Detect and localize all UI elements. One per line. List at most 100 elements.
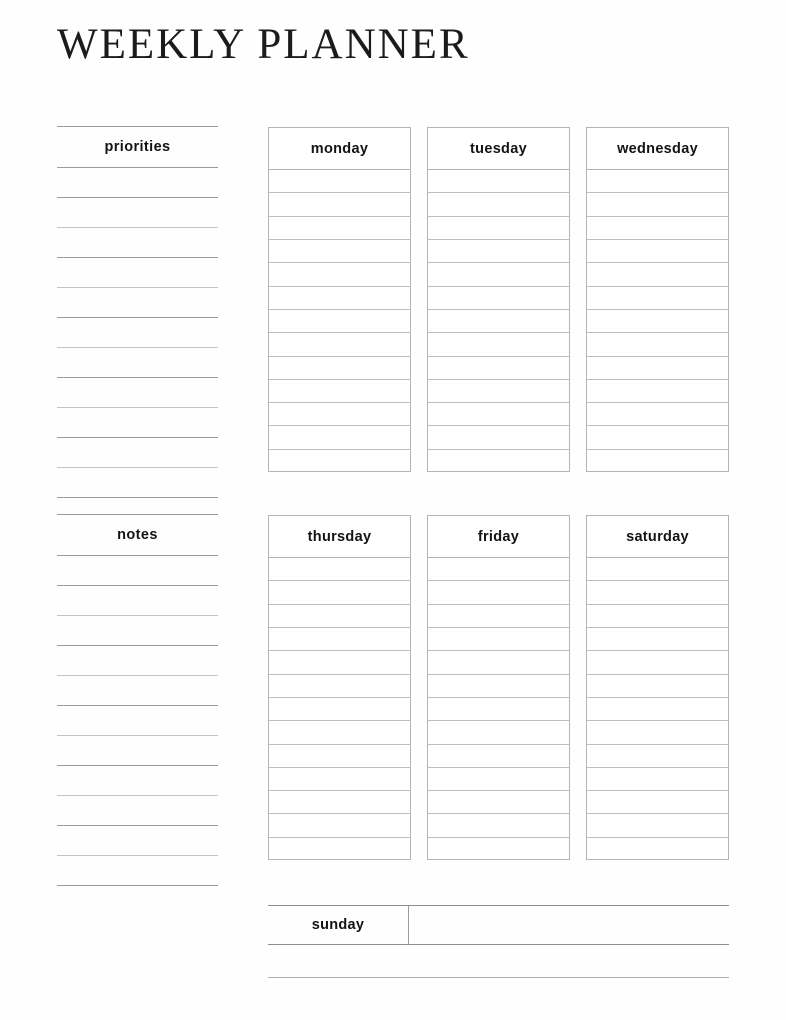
day-entry-row[interactable]: [587, 170, 728, 194]
day-entry-row[interactable]: [269, 721, 410, 745]
day-entry-row[interactable]: [428, 357, 569, 380]
day-entry-row[interactable]: [428, 193, 569, 217]
sunday-blank-line[interactable]: [268, 945, 729, 977]
day-entry-row[interactable]: [587, 287, 728, 310]
write-line[interactable]: [57, 556, 218, 585]
write-line[interactable]: [57, 468, 218, 497]
day-entry-row[interactable]: [428, 605, 569, 628]
day-entry-row[interactable]: [428, 170, 569, 194]
day-rows-friday[interactable]: [428, 558, 569, 860]
day-entry-row[interactable]: [428, 581, 569, 605]
day-column-wednesday[interactable]: wednesday: [586, 127, 729, 472]
write-line[interactable]: [57, 796, 218, 825]
day-entry-row[interactable]: [587, 675, 728, 698]
day-entry-row[interactable]: [587, 357, 728, 380]
day-entry-row[interactable]: [428, 310, 569, 334]
write-line[interactable]: [57, 826, 218, 855]
day-entry-row[interactable]: [587, 814, 728, 838]
day-rows-monday[interactable]: [269, 170, 410, 472]
day-entry-row[interactable]: [587, 310, 728, 334]
write-line[interactable]: [57, 168, 218, 197]
write-line[interactable]: [57, 766, 218, 795]
day-entry-row[interactable]: [428, 838, 569, 860]
day-entry-row[interactable]: [269, 263, 410, 287]
day-column-monday[interactable]: monday: [268, 127, 411, 472]
day-entry-row[interactable]: [269, 380, 410, 404]
day-column-saturday[interactable]: saturday: [586, 515, 729, 860]
day-entry-row[interactable]: [269, 768, 410, 792]
priorities-lines[interactable]: [57, 168, 218, 498]
day-entry-row[interactable]: [587, 791, 728, 815]
write-line[interactable]: [57, 646, 218, 675]
day-entry-row[interactable]: [269, 838, 410, 860]
day-rows-saturday[interactable]: [587, 558, 728, 860]
day-entry-row[interactable]: [269, 698, 410, 722]
day-rows-tuesday[interactable]: [428, 170, 569, 472]
day-entry-row[interactable]: [428, 240, 569, 264]
write-line[interactable]: [57, 378, 218, 407]
write-line[interactable]: [57, 318, 218, 347]
notes-lines[interactable]: [57, 556, 218, 886]
day-column-friday[interactable]: friday: [427, 515, 570, 860]
write-line[interactable]: [57, 706, 218, 735]
day-entry-row[interactable]: [587, 426, 728, 450]
day-entry-row[interactable]: [269, 426, 410, 450]
day-entry-row[interactable]: [587, 380, 728, 404]
day-entry-row[interactable]: [269, 814, 410, 838]
day-entry-row[interactable]: [269, 403, 410, 427]
day-entry-row[interactable]: [269, 193, 410, 217]
write-line[interactable]: [57, 348, 218, 377]
day-entry-row[interactable]: [587, 240, 728, 264]
day-entry-row[interactable]: [428, 403, 569, 427]
write-line[interactable]: [57, 198, 218, 227]
write-line[interactable]: [57, 438, 218, 467]
day-entry-row[interactable]: [428, 814, 569, 838]
day-entry-row[interactable]: [269, 558, 410, 582]
day-entry-row[interactable]: [428, 721, 569, 745]
day-entry-row[interactable]: [269, 791, 410, 815]
day-entry-row[interactable]: [269, 628, 410, 652]
day-entry-row[interactable]: [587, 698, 728, 722]
day-entry-row[interactable]: [587, 838, 728, 860]
day-entry-row[interactable]: [428, 745, 569, 768]
day-entry-row[interactable]: [587, 333, 728, 357]
day-entry-row[interactable]: [587, 721, 728, 745]
day-entry-row[interactable]: [428, 263, 569, 287]
day-rows-wednesday[interactable]: [587, 170, 728, 472]
day-entry-row[interactable]: [269, 450, 410, 472]
day-entry-row[interactable]: [587, 263, 728, 287]
write-line[interactable]: [57, 288, 218, 317]
write-line[interactable]: [57, 736, 218, 765]
day-entry-row[interactable]: [269, 675, 410, 698]
day-entry-row[interactable]: [587, 217, 728, 240]
day-entry-row[interactable]: [428, 287, 569, 310]
day-entry-row[interactable]: [428, 450, 569, 472]
day-entry-row[interactable]: [428, 651, 569, 675]
write-line[interactable]: [57, 408, 218, 437]
day-entry-row[interactable]: [587, 745, 728, 768]
day-entry-row[interactable]: [269, 745, 410, 768]
day-column-thursday[interactable]: thursday: [268, 515, 411, 860]
day-entry-row[interactable]: [587, 450, 728, 472]
day-entry-row[interactable]: [587, 558, 728, 582]
day-entry-row[interactable]: [428, 675, 569, 698]
day-entry-row[interactable]: [269, 170, 410, 194]
day-entry-row[interactable]: [587, 403, 728, 427]
day-entry-row[interactable]: [269, 310, 410, 334]
write-line[interactable]: [57, 258, 218, 287]
day-entry-row[interactable]: [428, 380, 569, 404]
day-entry-row[interactable]: [269, 357, 410, 380]
day-entry-row[interactable]: [428, 426, 569, 450]
day-entry-row[interactable]: [269, 581, 410, 605]
day-entry-row[interactable]: [587, 581, 728, 605]
day-entry-row[interactable]: [428, 558, 569, 582]
day-entry-row[interactable]: [587, 193, 728, 217]
write-line[interactable]: [57, 228, 218, 257]
day-entry-row[interactable]: [587, 651, 728, 675]
write-line[interactable]: [57, 676, 218, 705]
day-entry-row[interactable]: [428, 333, 569, 357]
day-entry-row[interactable]: [428, 698, 569, 722]
day-entry-row[interactable]: [269, 240, 410, 264]
day-entry-row[interactable]: [269, 217, 410, 240]
day-entry-row[interactable]: [587, 628, 728, 652]
